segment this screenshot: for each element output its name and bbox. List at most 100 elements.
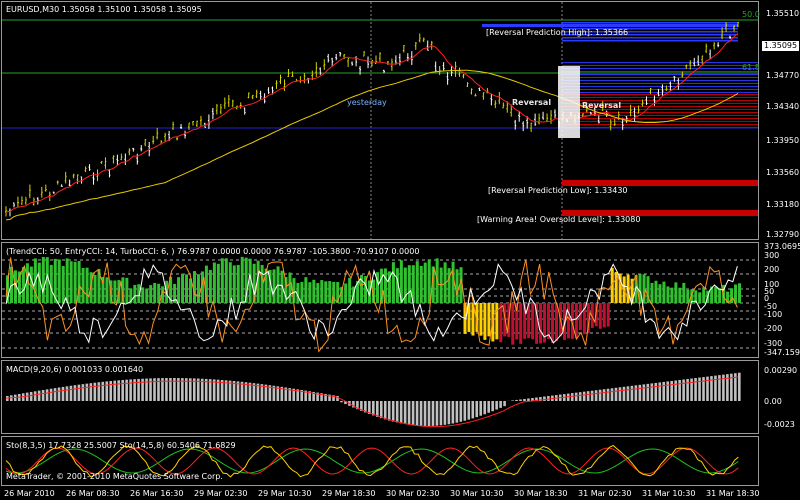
macd-histogram-bar [738, 372, 741, 401]
cci-histogram-bar [212, 262, 216, 303]
cci-histogram-bar [455, 269, 459, 303]
reversal-high-bar [482, 24, 738, 27]
cci-pane[interactable]: (TrendCCI: 50, EntryCCI: 14, TurboCCI: 6… [1, 242, 759, 358]
cci-histogram-bar [153, 282, 157, 303]
price-pane[interactable]: EURUSD,M30 1.35058 1.35100 1.35058 1.350… [1, 1, 760, 240]
macd-histogram-bar [399, 401, 403, 424]
cci-histogram-bar [447, 268, 451, 303]
fib-band [562, 127, 758, 128]
macd-histogram-bar [455, 401, 459, 423]
cci-histogram-bar [57, 259, 61, 303]
cci-histogram-bar [260, 265, 264, 303]
macd-histogram-bar [570, 393, 574, 401]
cci-histogram-bar [288, 272, 292, 303]
time-axis: 26 Mar 2010 26 Mar 08:30 26 Mar 16:30 29… [0, 487, 800, 500]
macd-histogram-bar [447, 401, 451, 425]
macd-histogram-bar [642, 384, 646, 401]
macd-histogram-bar [606, 388, 610, 401]
cci-histogram-bar [578, 303, 582, 331]
cci-histogram-bar [415, 261, 419, 303]
cci-histogram-bar [614, 271, 618, 303]
cci-top-value: 373.0695 [764, 242, 800, 251]
cci-histogram-bar [602, 303, 606, 328]
fib-band [562, 65, 758, 66]
cci-histogram-bar [21, 267, 25, 303]
macd-title: MACD(9,20,6) 0.001033 0.001640 [6, 365, 144, 374]
macd-histogram-bar [499, 401, 502, 408]
cci-histogram-bar [718, 288, 722, 303]
stoch-line [5, 447, 739, 475]
cci-histogram-bar [69, 261, 73, 303]
fib-band [562, 37, 738, 39]
price-chart-canvas[interactable] [2, 2, 758, 239]
stoch-pane[interactable]: Sto(8,3,5) 17.7328 25.5007 Sto(14,5,8) 6… [1, 436, 759, 486]
cci-histogram-bar [232, 265, 236, 303]
time-tick: 26 Mar 16:30 [130, 489, 184, 498]
cci-histogram-bar [276, 266, 280, 303]
macd-histogram-bar [427, 401, 431, 426]
macd-histogram-bar [543, 396, 546, 401]
cci-histogram-bar [224, 258, 228, 303]
cci-histogram-bar [519, 303, 523, 344]
overlay-text-1: Reversal [512, 98, 552, 107]
cci-histogram-bar [228, 262, 232, 303]
macd-histogram-bar [519, 399, 522, 401]
macd-histogram-bar [81, 384, 85, 401]
cci-title: (TrendCCI: 50, EntryCCI: 14, TurboCCI: 6… [6, 247, 420, 256]
macd-pane[interactable]: MACD(9,20,6) 0.001033 0.001640 [1, 360, 759, 434]
macd-histogram-bar [523, 398, 526, 401]
cci-histogram-bar [113, 280, 117, 303]
time-tick: 31 Mar 10:30 [642, 489, 696, 498]
cci-histogram-bar [678, 287, 682, 303]
fib-label-50: 50.0 [742, 10, 760, 19]
macd-histogram-bar [618, 387, 622, 401]
price-tick: 1.32790 [766, 230, 800, 239]
macd-histogram-bar [415, 401, 419, 426]
cci-histogram-bar [133, 284, 137, 303]
cci-axis: 373.0695 300 200 100 50 0 -50 -100 -200 … [760, 242, 800, 358]
macd-histogram-bar [101, 381, 105, 401]
macd-histogram-bar [53, 388, 57, 401]
macd-histogram-bar [590, 390, 594, 401]
cci-histogram-bar [344, 283, 348, 303]
macd-histogram-bar [391, 401, 395, 422]
cci-chart-canvas[interactable] [2, 243, 758, 357]
macd-histogram-bar [439, 401, 443, 426]
chart-window[interactable]: EURUSD,M30 1.35058 1.35100 1.35058 1.350… [0, 0, 800, 500]
macd-histogram-bar [41, 389, 45, 401]
chart-title: EURUSD,M30 1.35058 1.35100 1.35058 1.350… [6, 5, 202, 14]
fib-band [562, 62, 758, 63]
fib-band [562, 74, 758, 75]
time-tick: 29 Mar 10:30 [258, 489, 312, 498]
macd-histogram-bar [407, 401, 411, 425]
macd-histogram-bar [471, 401, 475, 419]
cci-histogram-bar [272, 269, 276, 303]
time-tick: 29 Mar 18:30 [322, 489, 376, 498]
fib-band [562, 124, 758, 125]
cci-histogram-bar [220, 258, 224, 303]
cci-level: 300 [764, 251, 780, 260]
macd-histogram-bar [646, 383, 650, 401]
macd-histogram-bar [475, 401, 479, 418]
cci-histogram-bar [738, 283, 742, 303]
reversal-high-label: [Reversal Prediction High]: 1.35366 [486, 28, 629, 37]
cci-histogram-bar [105, 277, 109, 303]
cci-histogram-bar [41, 256, 45, 303]
macd-histogram-bar [463, 401, 467, 421]
macd-histogram-bar [479, 401, 483, 416]
price-tick: 1.35510 [766, 9, 800, 18]
time-tick: 30 Mar 10:30 [450, 489, 504, 498]
macd-histogram-bar [467, 401, 471, 420]
stoch-title: Sto(8,3,5) 17.7328 25.5007 Sto(14,5,8) 6… [6, 441, 236, 450]
cci-histogram-bar [551, 303, 555, 343]
time-tick: 29 Mar 02:30 [194, 489, 248, 498]
cci-histogram-bar [149, 285, 153, 303]
price-tick: 1.33560 [766, 168, 800, 177]
fib-band [562, 77, 758, 78]
macd-histogram-bar [495, 401, 498, 410]
cci-histogram-bar [479, 303, 483, 336]
macd-histogram-bar [395, 401, 399, 423]
macd-histogram-bar [459, 401, 463, 422]
macd-tick: -0.0023 [764, 420, 795, 429]
macd-histogram-bar [630, 385, 634, 401]
